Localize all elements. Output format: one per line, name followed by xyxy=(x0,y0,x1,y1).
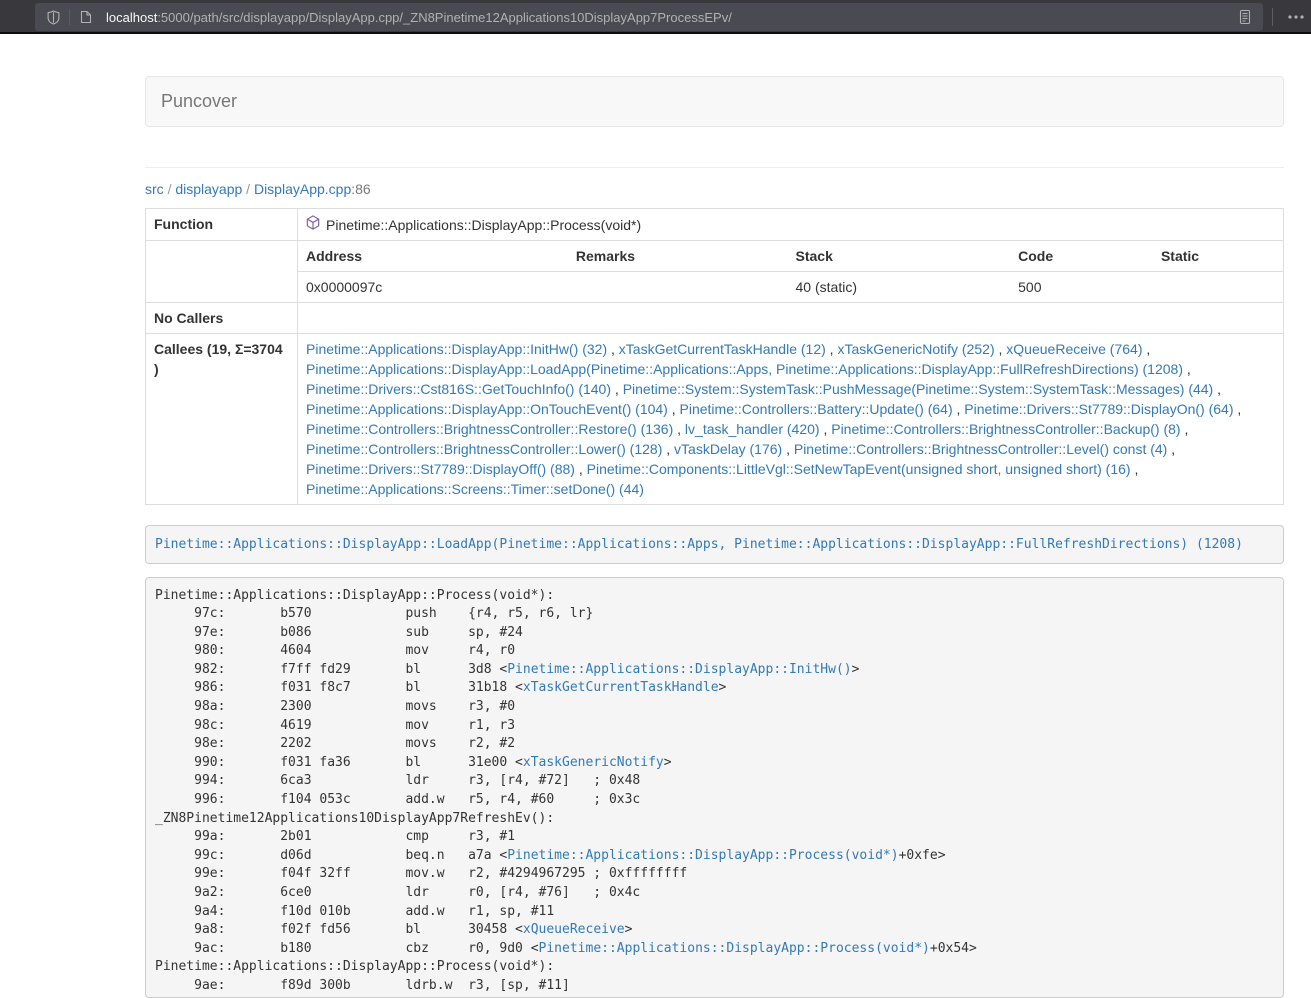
asm-line: 98e: 2202 movs r2, #2 xyxy=(155,735,1274,754)
callee-link[interactable]: vTaskDelay (176) xyxy=(674,441,782,457)
function-table: Function Pinetime::Applications::Display… xyxy=(145,208,1284,505)
callee-link[interactable]: Pinetime::Components::LittleVgl::SetNewT… xyxy=(587,461,1131,477)
snippet-box: Pinetime::Applications::DisplayApp::Load… xyxy=(145,525,1284,564)
symbol-link[interactable]: xTaskGenericNotify xyxy=(523,755,664,770)
reader-view-icon[interactable] xyxy=(1233,5,1257,29)
asm-line: 97c: b570 push {r4, r5, r6, lr} xyxy=(155,605,1274,624)
asm-line: 9ae: f89d 300b ldrb.w r3, [sp, #11] xyxy=(155,977,1274,996)
callee-link[interactable]: Pinetime::Controllers::BrightnessControl… xyxy=(831,421,1180,437)
symbol-link[interactable]: xQueueReceive xyxy=(523,922,625,937)
asm-line: 996: f104 053c add.w r5, r4, #60 ; 0x3c xyxy=(155,791,1274,810)
address-value: 0x0000097c xyxy=(298,272,568,303)
asm-line: 99e: f04f 32ff mov.w r2, #4294967295 ; 0… xyxy=(155,865,1274,884)
url-host: localhost xyxy=(106,10,157,25)
callee-link[interactable]: xTaskGenericNotify (252) xyxy=(837,341,994,357)
breadcrumb: src / displayapp / DisplayApp.cpp:86 xyxy=(145,179,1284,199)
no-callers-label: No Callers xyxy=(146,303,298,334)
asm-line: 994: 6ca3 ldr r3, [r4, #72] ; 0x48 xyxy=(155,772,1274,791)
asm-line: Pinetime::Applications::DisplayApp::Proc… xyxy=(155,587,1274,606)
browser-toolbar: localhost:5000/path/src/displayapp/Displ… xyxy=(0,0,1311,34)
asm-line: 986: f031 f8c7 bl 31b18 <xTaskGetCurrent… xyxy=(155,679,1274,698)
metrics-value-row: 0x0000097c 40 (static) 500 xyxy=(298,272,1283,303)
callee-link[interactable]: Pinetime::Controllers::Battery::Update()… xyxy=(680,401,953,417)
callees-row: Callees (19, Σ=3704 ) Pinetime::Applicat… xyxy=(146,334,1284,505)
breadcrumb-link-src[interactable]: src xyxy=(145,181,164,197)
disassembly-box: Pinetime::Applications::DisplayApp::Proc… xyxy=(145,577,1284,998)
asm-line: 982: f7ff fd29 bl 3d8 <Pinetime::Applica… xyxy=(155,661,1274,680)
navbar: Puncover xyxy=(145,76,1284,127)
callee-link[interactable]: Pinetime::Drivers::St7789::DisplayOff() … xyxy=(306,461,575,477)
callee-link[interactable]: Pinetime::Applications::DisplayApp::Init… xyxy=(306,341,607,357)
asm-line: 97e: b086 sub sp, #24 xyxy=(155,624,1274,643)
toolbar-divider xyxy=(1272,8,1273,26)
callee-link[interactable]: Pinetime::Controllers::BrightnessControl… xyxy=(306,441,662,457)
asm-line: 9a4: f10d 010b add.w r1, sp, #11 xyxy=(155,903,1274,922)
callee-link[interactable]: Pinetime::Applications::DisplayApp::OnTo… xyxy=(306,401,668,417)
url-path: :5000/path/src/displayapp/DisplayApp.cpp… xyxy=(157,10,732,25)
asm-line: 9a2: 6ce0 ldr r0, [r4, #76] ; 0x4c xyxy=(155,884,1274,903)
metrics-header-row: Address Remarks Stack Code Static xyxy=(298,241,1283,272)
asm-line: 99c: d06d beq.n a7a <Pinetime::Applicati… xyxy=(155,847,1274,866)
breadcrumb-separator: / xyxy=(168,181,172,197)
callee-link[interactable]: Pinetime::Drivers::St7789::DisplayOn() (… xyxy=(964,401,1233,417)
brand-link[interactable]: Puncover xyxy=(146,77,252,126)
column-header-stack: Stack xyxy=(788,241,1011,272)
column-header-remarks: Remarks xyxy=(568,241,788,272)
function-row: Function Pinetime::Applications::Display… xyxy=(146,209,1284,241)
asm-line: 980: 4604 mov r4, r0 xyxy=(155,642,1274,661)
column-header-address: Address xyxy=(298,241,568,272)
callee-link[interactable]: Pinetime::Applications::Screens::Timer::… xyxy=(306,481,644,497)
stack-value: 40 (static) xyxy=(788,272,1011,303)
more-options-icon[interactable] xyxy=(1282,0,1310,34)
code-value: 500 xyxy=(1010,272,1153,303)
snippet-link[interactable]: Pinetime::Applications::DisplayApp::Load… xyxy=(155,537,1243,552)
callees-label: Callees (19, Σ=3704 ) xyxy=(146,334,298,505)
callee-link[interactable]: Pinetime::System::SystemTask::PushMessag… xyxy=(623,381,1214,397)
urlbar-divider xyxy=(69,9,70,25)
static-value xyxy=(1153,272,1283,303)
url-text: localhost:5000/path/src/displayapp/Displ… xyxy=(106,10,1233,25)
function-cube-icon xyxy=(306,215,320,235)
asm-line: 990: f031 fa36 bl 31e00 <xTaskGenericNot… xyxy=(155,754,1274,773)
asm-line: 9a8: f02f fd56 bl 30458 <xQueueReceive> xyxy=(155,921,1274,940)
breadcrumb-link-file[interactable]: DisplayApp.cpp xyxy=(254,181,351,197)
metrics-row: Address Remarks Stack Code Static 0x0000… xyxy=(146,241,1284,303)
breadcrumb-line-number: :86 xyxy=(351,181,370,197)
asm-line: 98c: 4619 mov r1, r3 xyxy=(155,717,1274,736)
callee-link[interactable]: lv_task_handler (420) xyxy=(685,421,820,437)
callees-list: Pinetime::Applications::DisplayApp::Init… xyxy=(298,334,1284,505)
callee-link[interactable]: xTaskGetCurrentTaskHandle (12) xyxy=(619,341,826,357)
asm-line: 9ac: b180 cbz r0, 9d0 <Pinetime::Applica… xyxy=(155,940,1274,959)
callee-link[interactable]: Pinetime::Controllers::BrightnessControl… xyxy=(306,421,673,437)
symbol-link[interactable]: Pinetime::Applications::DisplayApp::Proc… xyxy=(507,848,898,863)
asm-line: 99a: 2b01 cmp r3, #1 xyxy=(155,828,1274,847)
column-header-static: Static xyxy=(1153,241,1283,272)
breadcrumb-link-displayapp[interactable]: displayapp xyxy=(175,181,242,197)
breadcrumb-separator: / xyxy=(246,181,250,197)
asm-line: _ZN8Pinetime12Applications10DisplayApp7R… xyxy=(155,810,1274,829)
url-bar[interactable]: localhost:5000/path/src/displayapp/Displ… xyxy=(35,3,1263,31)
page-container: Puncover src / displayapp / DisplayApp.c… xyxy=(145,76,1284,998)
symbol-link[interactable]: Pinetime::Applications::DisplayApp::Proc… xyxy=(539,941,930,956)
shield-icon[interactable] xyxy=(41,5,65,29)
no-callers-row: No Callers xyxy=(146,303,1284,334)
divider xyxy=(145,167,1284,168)
metrics-table: Address Remarks Stack Code Static 0x0000… xyxy=(298,241,1283,302)
symbol-link[interactable]: xTaskGetCurrentTaskHandle xyxy=(523,680,719,695)
function-label: Function xyxy=(146,209,298,241)
column-header-code: Code xyxy=(1010,241,1153,272)
function-name: Pinetime::Applications::DisplayApp::Proc… xyxy=(326,215,641,235)
callee-link[interactable]: xQueueReceive (764) xyxy=(1006,341,1142,357)
asm-line: Pinetime::Applications::DisplayApp::Proc… xyxy=(155,958,1274,977)
page-identity-icon[interactable] xyxy=(74,5,98,29)
asm-line: 98a: 2300 movs r3, #0 xyxy=(155,698,1274,717)
callee-link[interactable]: Pinetime::Applications::DisplayApp::Load… xyxy=(306,361,1183,377)
callee-link[interactable]: Pinetime::Drivers::Cst816S::GetTouchInfo… xyxy=(306,381,611,397)
symbol-link[interactable]: Pinetime::Applications::DisplayApp::Init… xyxy=(507,662,851,677)
callee-link[interactable]: Pinetime::Controllers::BrightnessControl… xyxy=(794,441,1167,457)
remarks-value xyxy=(568,272,788,303)
